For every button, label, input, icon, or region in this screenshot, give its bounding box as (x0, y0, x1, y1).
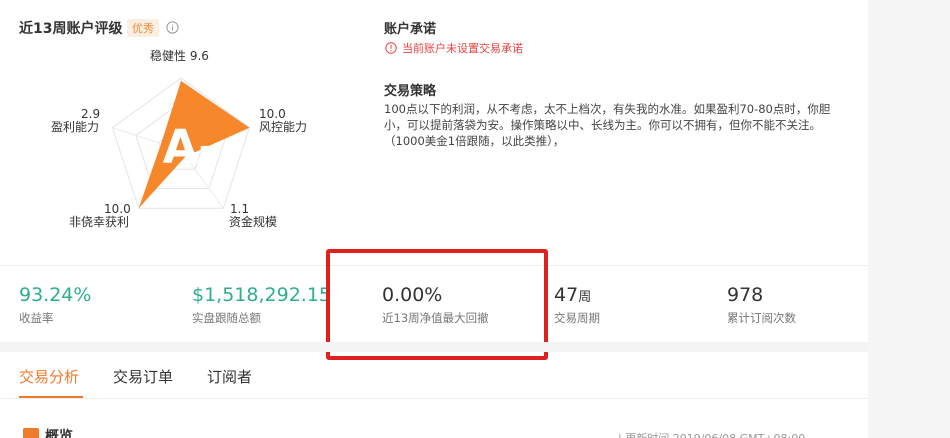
rating-title: 近13周账户评级 (19, 21, 123, 37)
radar-label-capital: 资金规模 (229, 215, 278, 229)
overview-icon (23, 428, 39, 438)
stat-period-unit: 周 (578, 290, 592, 305)
promise-title: 账户承诺 (384, 22, 437, 37)
warning-icon (385, 42, 397, 54)
tabs-divider (0, 398, 868, 399)
tab-trade-orders[interactable]: 交易订单 (113, 366, 173, 387)
stat-period-number: 47 (554, 284, 579, 306)
stat-period-label: 交易周期 (554, 311, 600, 325)
radar-label-profit: 盈利能力 (51, 120, 100, 134)
tab-subscribers[interactable]: 订阅者 (207, 366, 252, 387)
overview-title: 概览 (45, 429, 73, 438)
strategy-text: 100点以下的利润，从不考虑，太不上档次，有失我的水准。如果盈利70-80点时，… (384, 102, 831, 148)
rating-badge: 优秀 (127, 19, 159, 37)
info-icon[interactable] (166, 21, 179, 34)
radar-grade-letter: A- (163, 120, 218, 174)
strategy-title: 交易策略 (384, 84, 437, 99)
promise-warning: 当前账户未设置交易承诺 (385, 40, 523, 56)
update-time: | 更新时间 2019/06/08 GMT+08:00 (618, 430, 805, 438)
rating-radar-chart: A- 稳健性 9.6 10.0 风控能力 1.1 资金规模 10.0 非侥幸获利… (0, 40, 330, 240)
stat-follow-total-label: 实盘跟随总额 (192, 311, 261, 325)
stat-return-label: 收益率 (19, 311, 54, 325)
radar-label-nonluck: 非侥幸获利 (69, 215, 130, 229)
page-gutter (868, 0, 950, 438)
stat-subscriptions-value: 978 (727, 284, 764, 306)
stat-subscriptions-label: 累计订阅次数 (727, 311, 796, 325)
section-separator (0, 342, 868, 352)
radar-label-risk: 风控能力 (259, 120, 308, 134)
tab-trade-analysis[interactable]: 交易分析 (19, 366, 79, 387)
account-card: 近13周账户评级 优秀 A- 稳健性 9.6 10.0 风控能力 1.1 资金规… (0, 0, 868, 438)
promise-warning-text: 当前账户未设置交易承诺 (402, 42, 523, 55)
stat-return-value: 93.24% (19, 284, 92, 306)
stat-follow-total-value: $1,518,292.15 (192, 284, 332, 306)
stat-period-value: 47周 (554, 284, 591, 306)
radar-label-stability: 稳健性 9.6 (150, 49, 209, 63)
radar-svg: A- (111, 77, 251, 209)
